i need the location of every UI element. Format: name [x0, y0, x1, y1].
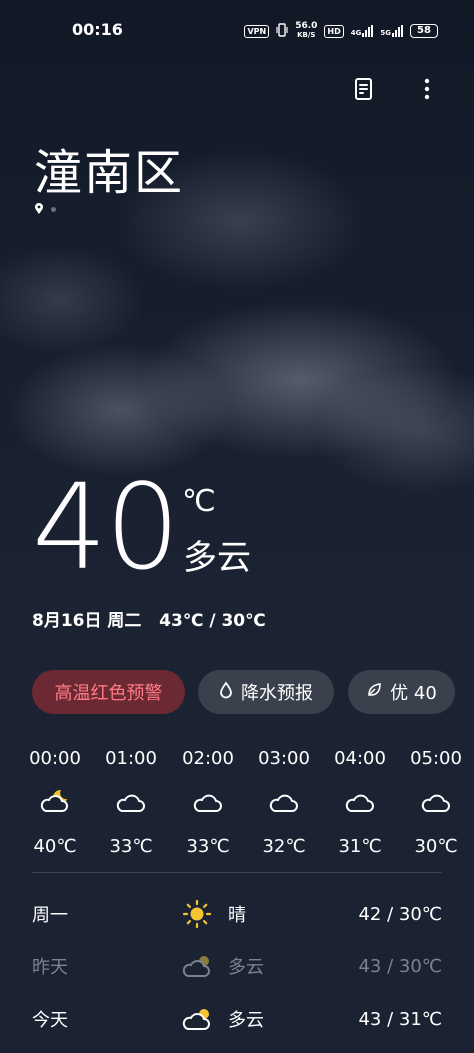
- location-pin-icon: [34, 200, 44, 219]
- signal-5g: 5G: [380, 25, 403, 37]
- cloud-icon: [246, 786, 322, 826]
- battery-indicator: 58: [410, 24, 438, 38]
- rain-forecast-button[interactable]: 降水预报: [198, 670, 334, 714]
- cloud-sun-icon: [182, 1005, 228, 1033]
- cloud-icon: [170, 786, 246, 826]
- cloud-icon: [398, 786, 474, 826]
- date-summary: 8月16日 周二 43℃ / 30℃: [32, 611, 266, 631]
- cloud-icon: [93, 786, 169, 826]
- temperature-unit: ℃: [182, 484, 216, 519]
- cloud-icon: [322, 786, 398, 826]
- city-manage-icon[interactable]: [349, 74, 379, 104]
- leaf-icon: [366, 682, 382, 703]
- status-icons: VPN 56.0 KB/S HD 4G 5G 58: [244, 22, 438, 40]
- hourly-item: 05:00 30℃: [398, 748, 474, 857]
- hourly-item: 01:00 33℃: [93, 748, 169, 857]
- status-time: 00:16: [72, 20, 123, 39]
- current-condition: 多云: [183, 538, 251, 578]
- current-temperature: 40: [32, 458, 180, 596]
- signal-4g: 4G: [351, 25, 374, 37]
- hourly-item: 00:00 40℃: [17, 748, 93, 857]
- daily-row[interactable]: 今天 多云 43 / 31℃: [32, 993, 442, 1045]
- vpn-badge: VPN: [244, 24, 270, 38]
- network-speed: 56.0 KB/S: [295, 21, 318, 40]
- daily-row[interactable]: 昨天 多云 43 / 30℃: [32, 940, 442, 992]
- air-quality-button[interactable]: 优 40: [348, 670, 455, 714]
- page-dot: [51, 207, 56, 212]
- divider: [32, 872, 442, 873]
- city-name[interactable]: 潼南区: [34, 133, 184, 203]
- hourly-item: 02:00 33℃: [170, 748, 246, 857]
- hourly-item: 04:00 31℃: [322, 748, 398, 857]
- raindrop-icon: [219, 680, 233, 704]
- hourly-item: 03:00 32℃: [246, 748, 322, 857]
- vibrate-icon: [276, 22, 288, 40]
- page-indicator: [34, 200, 56, 219]
- more-options-icon[interactable]: [412, 74, 442, 104]
- cloud-sun-icon: [182, 952, 228, 980]
- hd-badge: HD: [324, 24, 344, 38]
- sun-icon: [182, 899, 228, 929]
- cloud-moon-icon: [17, 786, 93, 826]
- daily-row[interactable]: 周一 晴 42 / 30℃: [32, 888, 442, 940]
- heat-alert-button[interactable]: 高温红色预警: [32, 670, 185, 714]
